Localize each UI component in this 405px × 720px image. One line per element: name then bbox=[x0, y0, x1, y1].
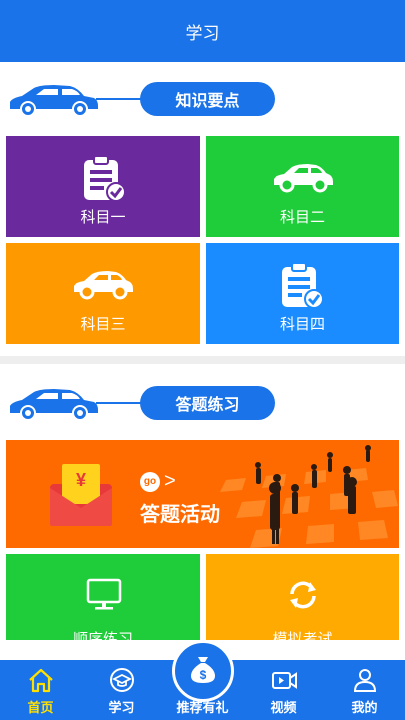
subject-label: 科目四 bbox=[279, 315, 325, 333]
divider-line bbox=[96, 402, 142, 404]
subject-label: 科目一 bbox=[80, 208, 126, 226]
home-icon bbox=[28, 668, 53, 693]
go-text: go bbox=[140, 471, 160, 492]
subject-label: 科目二 bbox=[279, 208, 325, 226]
refresh-icon bbox=[290, 581, 316, 609]
monitor-icon bbox=[86, 578, 122, 610]
subject-tile-2[interactable]: 科目二 bbox=[206, 136, 399, 237]
clipboard-check-icon bbox=[282, 262, 324, 309]
section-practice-header: 答题练习 bbox=[0, 372, 405, 430]
nav-item-study[interactable]: 学习 bbox=[81, 660, 162, 720]
section-pill-practice: 答题练习 bbox=[140, 386, 275, 420]
bottom-nav: 首页 学习 $ 推荐有礼 视频 我的 bbox=[0, 640, 405, 720]
page-title: 学习 bbox=[185, 23, 220, 44]
car-icon bbox=[10, 389, 98, 421]
section-pill-knowledge: 知识要点 bbox=[140, 82, 275, 116]
subject-tile-1[interactable]: 科目一 bbox=[6, 136, 200, 237]
referral-circle: $ bbox=[171, 640, 234, 702]
red-envelope-icon: ¥ bbox=[50, 464, 112, 526]
nav-label: 学习 bbox=[108, 701, 135, 716]
graduation-icon bbox=[109, 668, 134, 692]
video-icon bbox=[271, 672, 297, 689]
practice-label: 模拟考试 bbox=[272, 630, 333, 640]
nav-item-profile[interactable]: 我的 bbox=[324, 660, 405, 720]
car-icon bbox=[274, 164, 333, 193]
go-arrow: > bbox=[164, 470, 176, 492]
subject-tile-3[interactable]: 科目三 bbox=[6, 243, 200, 344]
activity-banner[interactable]: ¥ go > 答题活动 bbox=[6, 440, 399, 548]
car-icon bbox=[74, 271, 133, 300]
nav-item-home[interactable]: 首页 bbox=[0, 660, 81, 720]
nav-item-video[interactable]: 视频 bbox=[243, 660, 324, 720]
car-icon bbox=[10, 85, 98, 117]
svg-text:$: $ bbox=[199, 668, 206, 682]
yen-symbol: ¥ bbox=[76, 470, 86, 490]
nav-label: 我的 bbox=[351, 701, 378, 716]
section-divider bbox=[0, 356, 405, 364]
checkered-floor bbox=[220, 445, 398, 548]
divider-line bbox=[96, 98, 142, 100]
money-bag-icon: $ bbox=[190, 657, 215, 683]
app-header: 学习 bbox=[0, 0, 405, 62]
section-knowledge-header: 知识要点 bbox=[0, 70, 405, 128]
subject-tile-4[interactable]: 科目四 bbox=[206, 243, 399, 344]
subject-label: 科目三 bbox=[80, 315, 126, 333]
practice-tile-sequential[interactable]: 顺序练习 bbox=[6, 554, 200, 640]
nav-label: 首页 bbox=[27, 701, 54, 716]
nav-label: 视频 bbox=[270, 701, 297, 716]
practice-label: 顺序练习 bbox=[72, 630, 133, 640]
user-icon bbox=[353, 669, 376, 692]
practice-tile-mock-exam[interactable]: 模拟考试 bbox=[206, 554, 399, 640]
banner-title: 答题活动 bbox=[140, 502, 220, 526]
nav-item-referral[interactable]: $ 推荐有礼 bbox=[162, 640, 243, 720]
go-badge: go > bbox=[140, 470, 176, 493]
clipboard-check-icon bbox=[84, 155, 126, 202]
